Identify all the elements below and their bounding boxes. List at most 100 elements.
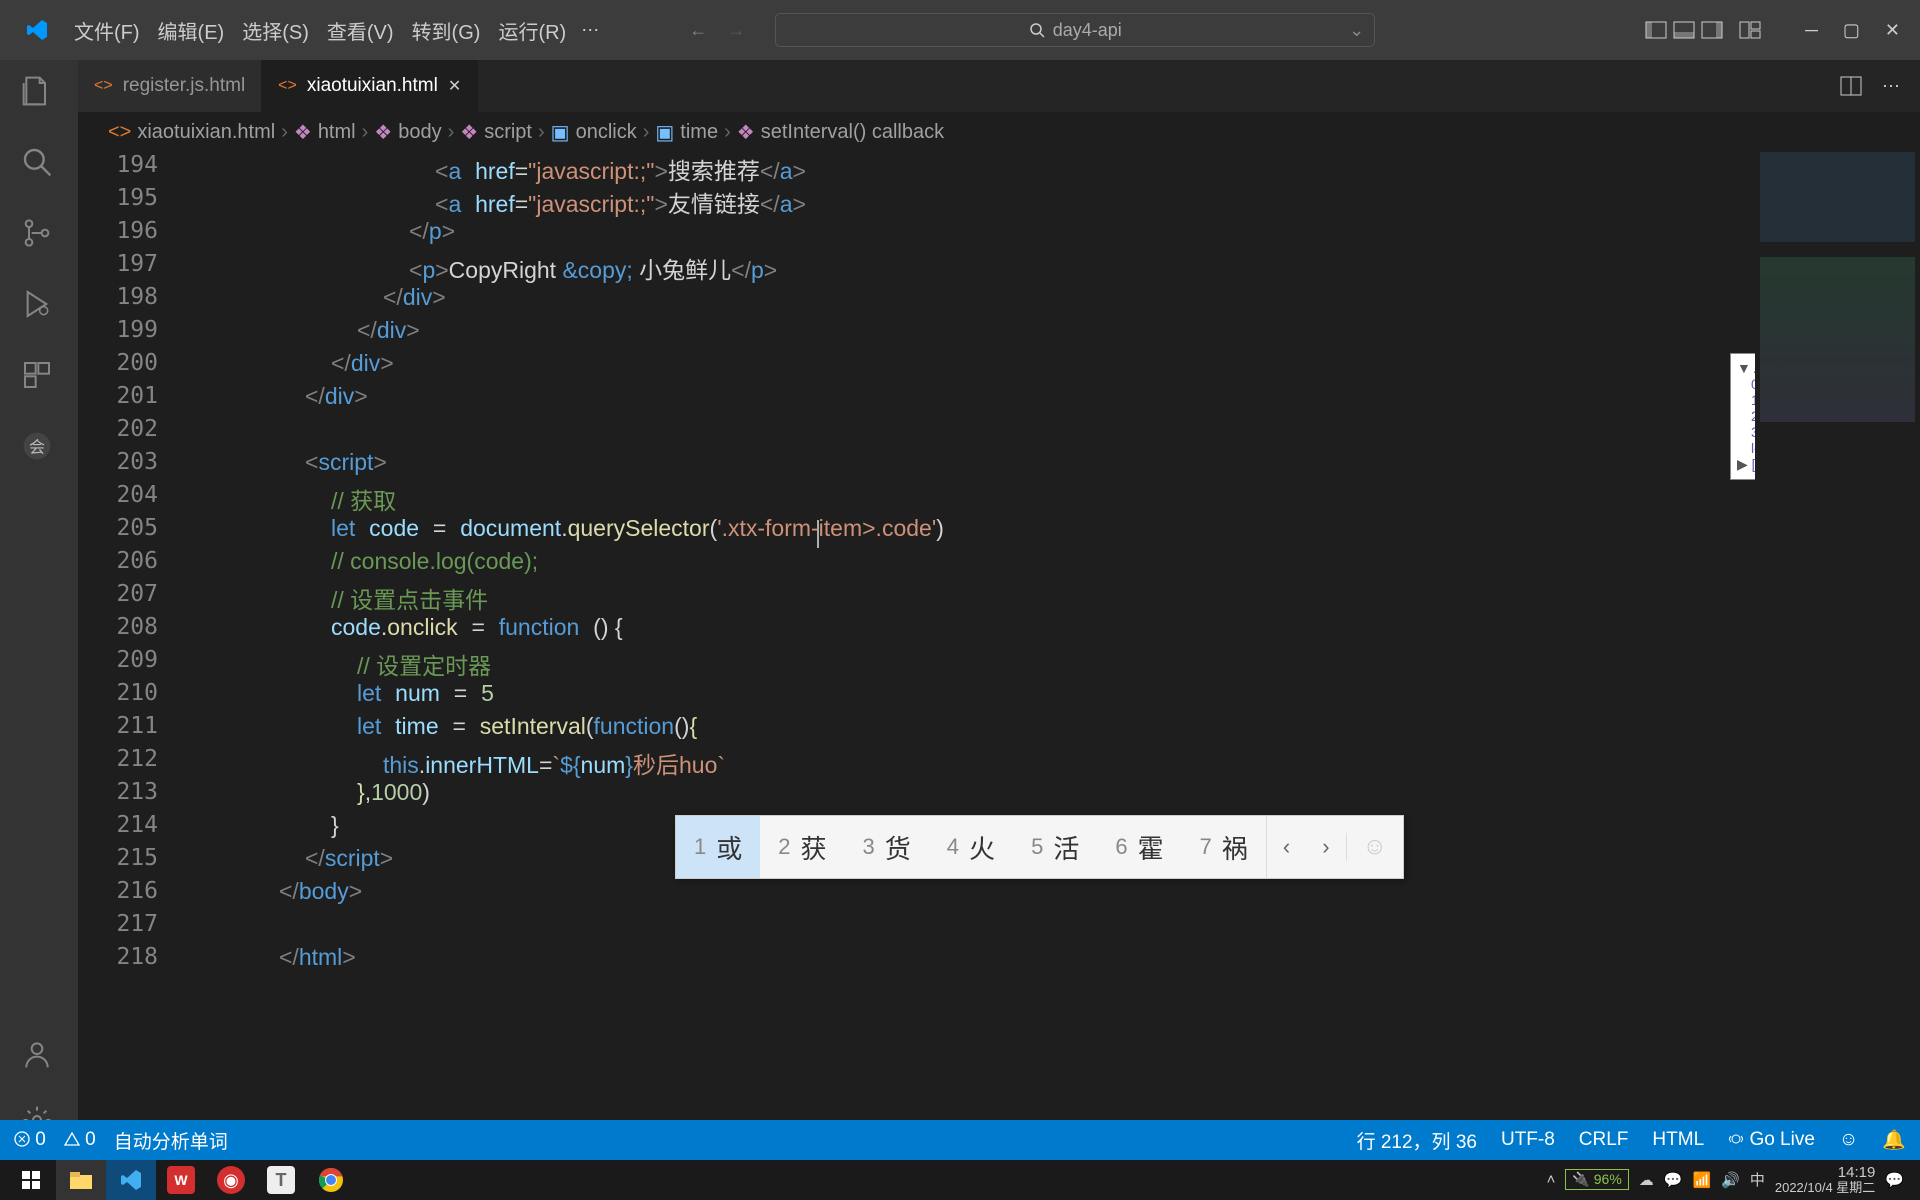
menu-file[interactable]: 文件(F) [74,16,140,45]
code-line[interactable]: 213},1000) [78,779,1920,812]
code-content[interactable]: </div> [193,317,420,344]
code-line[interactable]: 197<p>CopyRight &copy; 小兔鲜儿</p> [78,251,1920,284]
code-content[interactable]: </div> [193,383,368,410]
chrome-icon[interactable] [306,1160,356,1200]
typora-icon[interactable]: T [256,1160,306,1200]
code-line[interactable]: 210let num = 5 [78,680,1920,713]
code-line[interactable]: 216</body> [78,878,1920,911]
tab-close-icon[interactable]: ✕ [448,76,461,96]
code-line[interactable]: 212this.innerHTML=`${num}秒后huo` [78,746,1920,779]
menu-go[interactable]: 转到(G) [412,16,481,45]
command-center[interactable]: day4-api ⌄ [775,13,1375,47]
code-line[interactable]: 217 [78,911,1920,944]
code-content[interactable]: let time = setInterval(function(){ [193,713,697,740]
status-encoding[interactable]: UTF-8 [1501,1129,1555,1151]
minimap[interactable] [1755,152,1920,1120]
code-line[interactable]: 207// 设置点击事件 [78,581,1920,614]
tray-chevron-icon[interactable]: ˄ [1547,1171,1556,1188]
code-content[interactable]: </html> [193,944,356,971]
ime-candidate[interactable]: 4火 [929,816,1013,878]
tray-notifications-icon[interactable]: 💬 [1885,1171,1904,1189]
tray-chat-icon[interactable]: 💬 [1664,1171,1683,1189]
layout-panel-icon[interactable] [1673,21,1695,39]
crumb-html[interactable]: html [318,121,356,144]
crumb-callback[interactable]: setInterval() callback [761,121,944,144]
code-line[interactable]: 202 [78,416,1920,449]
status-golive[interactable]: Go Live [1728,1129,1815,1151]
menu-run[interactable]: 运行(R) [498,16,566,45]
status-language[interactable]: HTML [1652,1129,1704,1151]
ime-candidate[interactable]: 5活 [1013,816,1097,878]
code-content[interactable]: // 获取 [193,482,396,516]
code-line[interactable]: 199</div> [78,317,1920,350]
minimize-icon[interactable]: ─ [1805,20,1818,41]
code-content[interactable]: <script> [193,449,387,476]
file-explorer-icon[interactable] [56,1160,106,1200]
layout-customize-icon[interactable] [1739,21,1761,39]
code-content[interactable]: <a href="javascript:;">搜索推荐</a> [193,152,806,186]
code-content[interactable]: },1000) [193,779,430,806]
code-line[interactable]: 209// 设置定时器 [78,647,1920,680]
code-content[interactable]: </script> [193,845,393,872]
layout-sidebar-right-icon[interactable] [1701,21,1723,39]
code-content[interactable]: } [193,812,339,839]
tab-xiaotuixian[interactable]: <> xiaotuixian.html ✕ [262,60,478,112]
ime-candidate[interactable]: 6霍 [1097,816,1181,878]
code-line[interactable]: 206// console.log(code); [78,548,1920,581]
ime-emoji-icon[interactable]: ☺ [1346,833,1404,861]
vscode-taskbar-icon[interactable] [106,1160,156,1200]
ime-next-icon[interactable]: › [1306,834,1345,860]
crumb-body[interactable]: body [398,121,441,144]
code-line[interactable]: 203<script> [78,449,1920,482]
split-editor-icon[interactable] [1840,76,1862,96]
nav-forward-icon[interactable]: → [727,20,745,41]
code-editor[interactable]: 194<a href="javascript:;">搜索推荐</a>195<a … [78,152,1920,1120]
code-line[interactable]: 198</div> [78,284,1920,317]
extensions-icon[interactable] [21,359,57,395]
menu-overflow-icon[interactable]: ⋯ [581,20,599,41]
code-content[interactable]: <a href="javascript:;">友情链接</a> [193,185,806,219]
code-content[interactable]: let code = document.querySelector('.xtx-… [193,515,944,542]
code-line[interactable]: 205let code = document.querySelector('.x… [78,515,1920,548]
status-warnings[interactable]: 0 [64,1129,96,1151]
breadcrumb[interactable]: <>xiaotuixian.html › ❖html › ❖body › ❖sc… [78,112,1920,152]
layout-sidebar-left-icon[interactable] [1645,21,1667,39]
code-line[interactable]: 200</div> [78,350,1920,383]
menu-selection[interactable]: 选择(S) [242,16,309,45]
code-content[interactable]: this.innerHTML=`${num}秒后huo` [193,746,725,780]
status-eol[interactable]: CRLF [1579,1129,1629,1151]
code-line[interactable]: 208code.onclick = function () { [78,614,1920,647]
wps-icon[interactable]: W [156,1160,206,1200]
extension-misc-icon[interactable]: 会 [21,430,57,466]
status-bell-icon[interactable]: 🔔 [1882,1128,1906,1152]
code-content[interactable]: </div> [193,350,394,377]
code-line[interactable]: 196</p> [78,218,1920,251]
ime-candidate-bar[interactable]: 1或2获3货4火5活6霍7祸 ‹ › ☺ [675,815,1404,879]
code-content[interactable]: // console.log(code); [193,548,538,575]
more-actions-icon[interactable]: ⋯ [1882,76,1900,97]
explorer-icon[interactable] [21,75,57,111]
tray-onedrive-icon[interactable]: ☁ [1639,1171,1654,1189]
menu-view[interactable]: 查看(V) [327,16,394,45]
code-line[interactable]: 201</div> [78,383,1920,416]
code-line[interactable]: 211let time = setInterval(function(){ [78,713,1920,746]
code-line[interactable]: 204// 获取 [78,482,1920,515]
crumb-time[interactable]: time [680,121,718,144]
tray-volume-icon[interactable]: 🔊 [1721,1171,1740,1189]
source-control-icon[interactable] [21,217,57,253]
tray-wifi-icon[interactable]: 📶 [1692,1171,1711,1189]
status-feedback-icon[interactable]: ☺ [1839,1129,1858,1151]
code-content[interactable]: </body> [193,878,362,905]
ime-candidate[interactable]: 7祸 [1182,816,1266,878]
status-errors[interactable]: 0 [14,1129,46,1151]
crumb-file[interactable]: xiaotuixian.html [137,121,275,144]
ime-candidate[interactable]: 3货 [845,816,929,878]
code-content[interactable]: <p>CopyRight &copy; 小兔鲜儿</p> [193,251,777,285]
code-content[interactable]: code.onclick = function () { [193,614,623,641]
accounts-icon[interactable] [21,1038,57,1074]
nav-back-icon[interactable]: ← [689,20,707,41]
run-debug-icon[interactable] [21,288,57,324]
search-activity-icon[interactable] [21,146,57,182]
code-content[interactable]: // 设置定时器 [193,647,491,681]
status-position[interactable]: 行 212，列 36 [1357,1127,1477,1154]
